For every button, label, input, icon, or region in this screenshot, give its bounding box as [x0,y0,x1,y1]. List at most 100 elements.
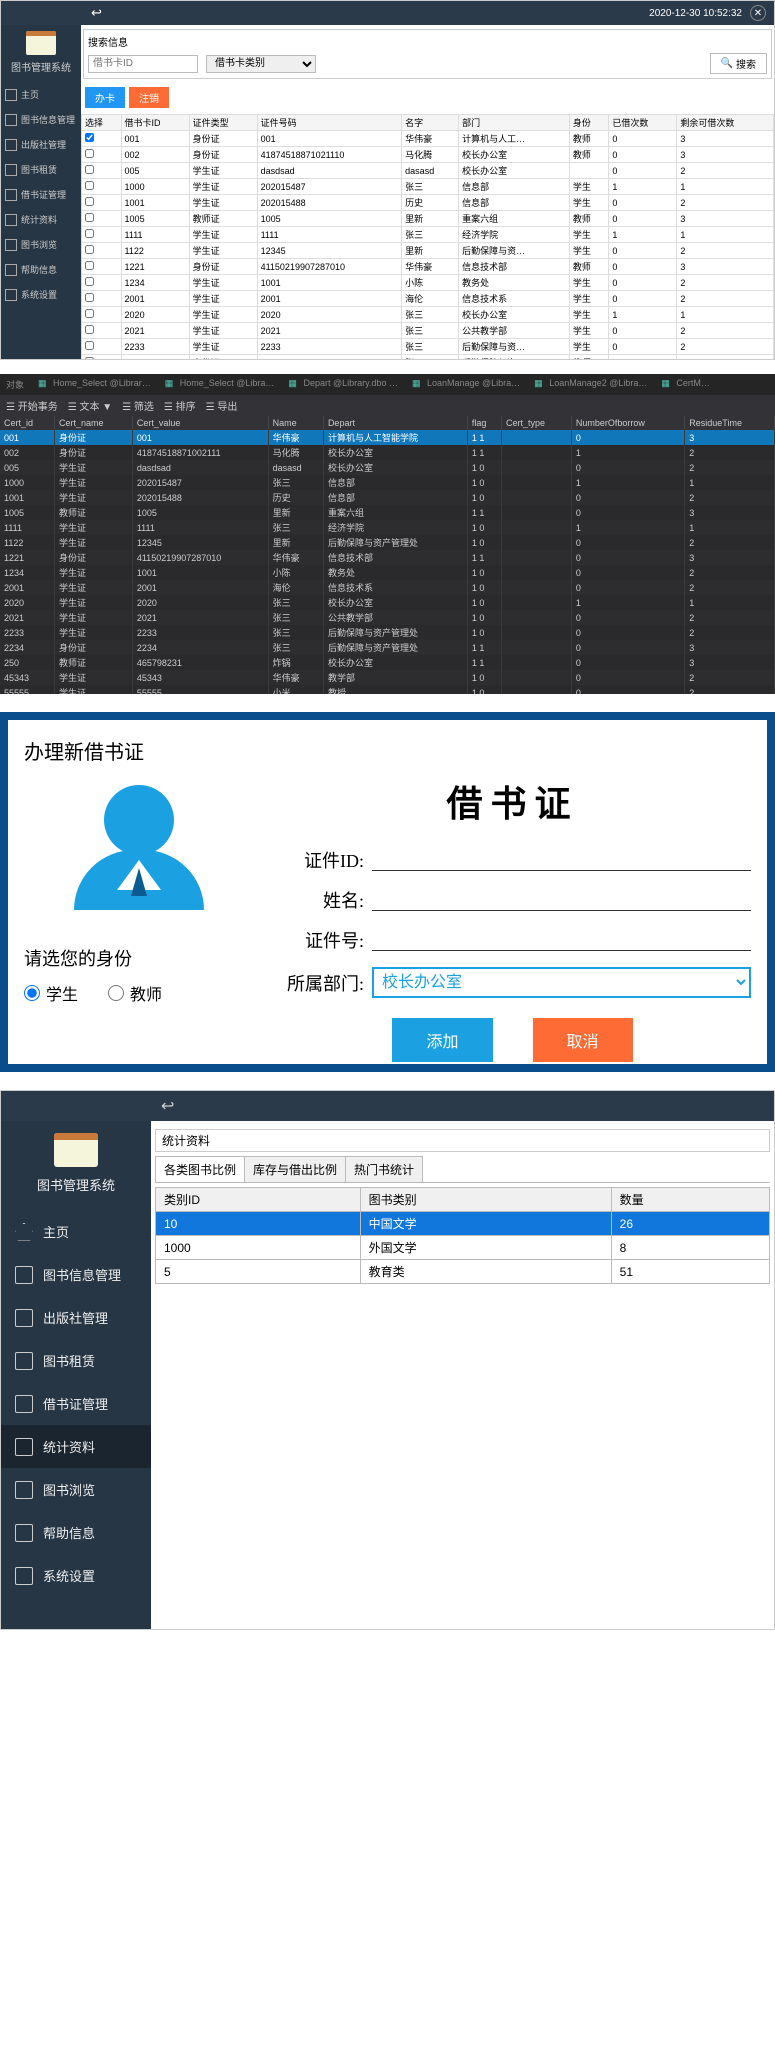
sidebar-item[interactable]: 出版社管理 [1,132,81,157]
table-row[interactable]: 1111学生证1111张三经济学院学生11 [82,227,774,243]
table-row[interactable]: 2001学生证2001海伦信息技术系学生02 [82,291,774,307]
object-tab[interactable]: 对象 [2,376,28,393]
table-row[interactable]: 1005教师证1005里新重案六组教师03 [82,211,774,227]
row-checkbox[interactable] [85,181,94,190]
row-checkbox[interactable] [85,213,94,222]
sidebar-item[interactable]: 图书租赁 [1,1339,151,1382]
row-checkbox[interactable] [85,197,94,206]
table-row[interactable]: 1122学生证12345里新后勤保障与资…学生02 [82,243,774,259]
table-row[interactable]: 250教师证465798231炸锅校长办公室1 103 [0,655,775,670]
sidebar-item[interactable]: 图书租赁 [1,157,81,182]
table-row[interactable]: 45343学生证45343华伟豪教学部1 002 [0,670,775,685]
table-row[interactable]: 2001学生证2001海伦信息技术系1 002 [0,580,775,595]
table-row[interactable]: 2020学生证2020张三校长办公室学生11 [82,307,774,323]
table-row[interactable]: 1001学生证202015488历史信息部学生02 [82,195,774,211]
table-row[interactable]: 2234身份证2234张三后勤保障与资产管理处1 103 [0,640,775,655]
table-row[interactable]: 5教育类51 [156,1260,770,1284]
sidebar-item[interactable]: 系统设置 [1,1554,151,1597]
row-checkbox[interactable] [85,245,94,254]
table-row[interactable]: 001身份证001华伟豪计算机与人工智能学院1 103 [0,430,775,445]
table-row[interactable]: 002身份证41874518871002111马化腾校长办公室1 112 [0,445,775,460]
back-icon[interactable]: ↩ [91,5,102,21]
sidebar-item[interactable]: 统计资料 [1,207,81,232]
toolbar-item[interactable]: ☰ 开始事务 [6,398,58,413]
num-input[interactable] [372,929,751,951]
table-row[interactable]: 10中国文学26 [156,1212,770,1236]
sidebar-item[interactable]: 系统设置 [1,282,81,307]
search-button[interactable]: 🔍搜索 [710,53,767,74]
toolbar-item[interactable]: ☰ 文本 ▼ [68,398,112,413]
table-row[interactable]: 1122学生证12345里新后勤保障与资产管理处1 002 [0,535,775,550]
table-row[interactable]: 1234学生证1001小陈教务处学生02 [82,275,774,291]
search-type-select[interactable]: 借书卡类别 [206,55,316,73]
table-row[interactable]: 002身份证41874518871021110马化腾校长办公室教师03 [82,147,774,163]
sidebar-item[interactable]: 主页 [1,1210,151,1253]
add-button[interactable]: 添加 [392,1018,492,1062]
search-id-input[interactable] [88,55,198,73]
student-radio[interactable]: 学生 [24,981,78,1005]
row-checkbox[interactable] [85,165,94,174]
query-tab[interactable]: ▦ Depart @Library.dbo … [280,376,402,393]
row-checkbox[interactable] [85,293,94,302]
close-icon[interactable]: ✕ [750,5,766,21]
id-input[interactable] [372,849,751,871]
query-tab[interactable]: ▦ LoanManage @Libra… [404,376,524,393]
row-checkbox[interactable] [85,341,94,350]
table-row[interactable]: 2020学生证2020张三校长办公室1 011 [0,595,775,610]
back-icon[interactable]: ↩ [161,1096,174,1116]
stats-tab[interactable]: 热门书统计 [345,1156,423,1182]
stats-tab[interactable]: 各类图书比例 [155,1156,245,1182]
sidebar-item[interactable]: 帮助信息 [1,257,81,282]
table-row[interactable]: 1234学生证1001小陈教务处1 002 [0,565,775,580]
table-row[interactable]: 1005教师证1005里新重案六组1 103 [0,505,775,520]
table-row[interactable]: 1000学生证202015487张三信息部学生11 [82,179,774,195]
table-row[interactable]: 1111学生证1111张三经济学院1 011 [0,520,775,535]
query-tab[interactable]: ▦ Home_Select @Librar… [30,376,155,393]
sidebar-item[interactable]: 图书信息管理 [1,1253,151,1296]
table-row[interactable]: 2233学生证2233张三后勤保障与资…学生02 [82,339,774,355]
stats-tab[interactable]: 库存与借出比例 [244,1156,346,1182]
table-row[interactable]: 1001学生证202015488历史信息部1 002 [0,490,775,505]
table-row[interactable]: 005学生证dasdsaddasasd校长办公室1 002 [0,460,775,475]
table-row[interactable]: 2021学生证2021张三公共教学部1 002 [0,610,775,625]
sidebar-item[interactable]: 借书证管理 [1,182,81,207]
table-row[interactable]: 2021学生证2021张三公共教学部学生02 [82,323,774,339]
sidebar-item[interactable]: 借书证管理 [1,1382,151,1425]
table-row[interactable]: 2233学生证2233张三后勤保障与资产管理处1 002 [0,625,775,640]
query-tab[interactable]: ▦ LoanManage2 @Libra… [526,376,651,393]
row-checkbox[interactable] [85,309,94,318]
teacher-radio[interactable]: 教师 [108,981,162,1005]
table-row[interactable]: 2234身份证2234张三后勤保障与资…教师03 [82,355,774,360]
query-tab[interactable]: ▦ CertM… [653,376,714,393]
row-checkbox[interactable] [85,149,94,158]
table-row[interactable]: 1000学生证202015487张三信息部1 011 [0,475,775,490]
name-input[interactable] [372,889,751,911]
dept-select[interactable]: 校长办公室 [372,967,751,998]
create-card-button[interactable]: 办卡 [85,87,125,108]
table-row[interactable]: 1221身份证41150219907287010华伟豪信息技术部教师03 [82,259,774,275]
sidebar-item[interactable]: 帮助信息 [1,1511,151,1554]
sidebar-item[interactable]: 统计资料 [1,1425,151,1468]
toolbar-item[interactable]: ☰ 筛选 [122,398,154,413]
sidebar-item[interactable]: 出版社管理 [1,1296,151,1339]
sidebar-item[interactable]: 图书浏览 [1,1468,151,1511]
sidebar-item[interactable]: 图书浏览 [1,232,81,257]
row-checkbox[interactable] [85,261,94,270]
sidebar-item[interactable]: 主页 [1,82,81,107]
table-row[interactable]: 55555学生证55555小米教授1 002 [0,685,775,694]
cancel-button[interactable]: 取消 [533,1018,633,1062]
row-checkbox[interactable] [85,325,94,334]
toolbar-item[interactable]: ☰ 导出 [206,398,238,413]
toolbar-item[interactable]: ☰ 排序 [164,398,196,413]
logout-button[interactable]: 注销 [129,87,169,108]
row-checkbox[interactable] [85,357,94,359]
sidebar-item[interactable]: 图书信息管理 [1,107,81,132]
table-row[interactable]: 001身份证001华伟豪计算机与人工…教师03 [82,131,774,147]
query-tab[interactable]: ▦ Home_Select @Libra… [157,376,279,393]
table-row[interactable]: 1221身份证41150219907287010华伟豪信息技术部1 103 [0,550,775,565]
row-checkbox[interactable] [85,277,94,286]
row-checkbox[interactable] [85,229,94,238]
row-checkbox[interactable] [85,133,94,142]
table-row[interactable]: 005学生证dasdsaddasasd校长办公室02 [82,163,774,179]
table-row[interactable]: 1000外国文学8 [156,1236,770,1260]
